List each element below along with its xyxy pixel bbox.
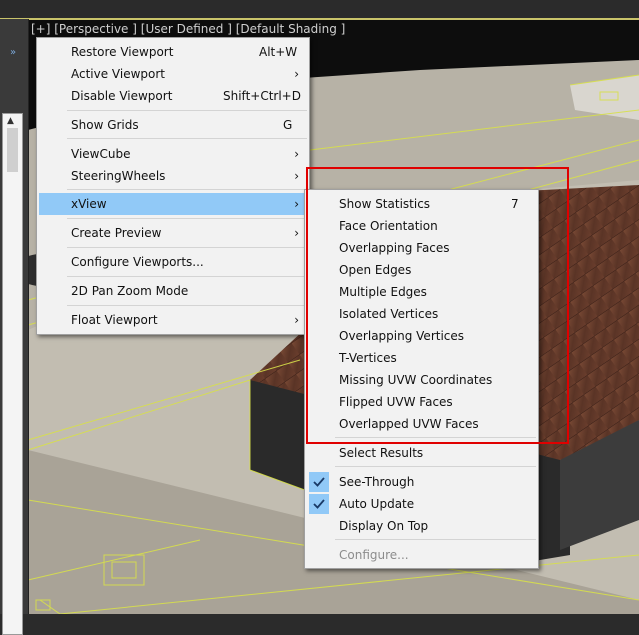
submenu-arrow-icon: › [294,226,299,240]
panel-scrollbar[interactable]: ▲ [2,113,23,635]
menu-item-disable-viewport[interactable]: Disable Viewport Shift+Ctrl+D [39,85,307,107]
menu-item-steeringwheels[interactable]: SteeringWheels › [39,165,307,187]
viewport-user-defined-menu[interactable]: [User Defined ] [141,22,232,36]
checkmark-icon [309,494,329,514]
viewport-active-border [0,18,639,20]
menu-item-auto-update[interactable]: Auto Update [307,493,536,515]
menu-separator [335,539,536,540]
menu-separator [335,466,536,467]
menu-item-select-results[interactable]: Select Results [307,442,536,464]
viewport-point-of-view-menu[interactable]: [Perspective ] [54,22,137,36]
menu-separator [67,110,307,111]
viewport-general-menu[interactable]: [+] [31,22,50,36]
menu-item-see-through[interactable]: See-Through [307,471,536,493]
viewport-top-bar [0,0,639,18]
scroll-up-arrow-icon[interactable]: ▲ [7,116,14,126]
menu-item-show-grids[interactable]: Show Grids G [39,114,307,136]
menu-separator [67,276,307,277]
menu-item-restore-viewport[interactable]: Restore Viewport Alt+W [39,41,307,63]
checkmark-icon [309,472,329,492]
menu-item-float-viewport[interactable]: Float Viewport › [39,309,307,331]
submenu-arrow-icon: › [294,197,299,211]
viewport-shading-menu[interactable]: [Default Shading ] [236,22,346,36]
shortcut-label: Alt+W [259,45,298,59]
shortcut-label: G [283,118,293,132]
submenu-arrow-icon: › [294,147,299,161]
left-command-panel: » ▲ [0,19,29,635]
menu-separator [67,305,307,306]
menu-separator [67,189,307,190]
submenu-arrow-icon: › [294,313,299,327]
menu-separator [67,218,307,219]
shortcut-label: Shift+Ctrl+D [223,89,301,103]
submenu-arrow-icon: › [294,67,299,81]
menu-item-2d-pan-zoom-mode[interactable]: 2D Pan Zoom Mode [39,280,307,302]
viewport-label-menu: [+] [Perspective ] [User Defined ] [Defa… [31,22,345,36]
menu-item-active-viewport[interactable]: Active Viewport › [39,63,307,85]
menu-separator [67,138,307,139]
annotation-highlight-box [306,167,569,444]
viewport-general-context-menu: Restore Viewport Alt+W Active Viewport ›… [36,37,310,335]
menu-item-xview[interactable]: xView › [39,193,307,215]
menu-separator [67,247,307,248]
scroll-thumb[interactable] [7,128,18,172]
menu-item-configure: Configure... [339,548,409,562]
menu-item-create-preview[interactable]: Create Preview › [39,222,307,244]
menu-item-viewcube[interactable]: ViewCube › [39,143,307,165]
panel-expand-icon[interactable]: » [10,47,16,58]
menu-item-configure-viewports[interactable]: Configure Viewports... [39,251,307,273]
submenu-arrow-icon: › [294,169,299,183]
menu-item-display-on-top[interactable]: Display On Top [307,515,536,537]
